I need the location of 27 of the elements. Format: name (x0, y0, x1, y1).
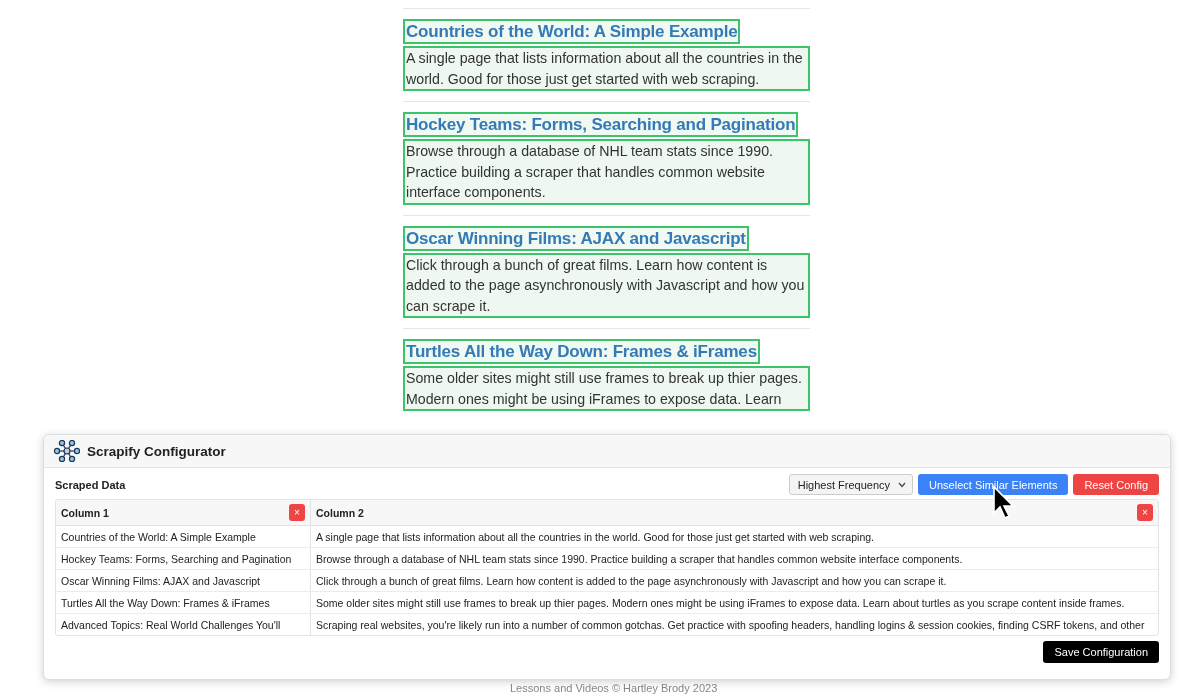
table-cell: Countries of the World: A Simple Example (56, 525, 311, 548)
caret-icon (898, 481, 907, 488)
column-header: Column 1 (61, 506, 109, 519)
table-cell: Browse through a database of NHL team stats since 1990. Practice building a scraper that handles common website interface components. (310, 547, 1158, 570)
table-cell: A single page that lists information about all the countries in the world. Good for those just get started with web scraping. (310, 525, 1158, 548)
panel-title: Scrapify Configurator (87, 443, 226, 459)
column-header: Column 2 (316, 506, 364, 519)
save-button[interactable]: Save Configuration (1043, 641, 1159, 663)
sort-select[interactable]: Highest Frequency (788, 474, 914, 495)
reset-button[interactable]: Reset Config (1073, 474, 1159, 495)
description-text: Click through a bunch of great films. Learn how content is added to the page asynchronously with Javascript and how you can scrape it. (403, 252, 810, 318)
table-cell: Advanced Topics: Real World Challenges You'll (56, 613, 311, 635)
description-text: Some older sites might still use frames to break up thier pages. Modern ones might be using iFrames to expose data. Learn (403, 366, 810, 411)
footer-text: Lessons and Videos © Hartley Brody 2023 (510, 682, 718, 694)
remove-column-button[interactable]: × (289, 504, 305, 521)
table-cell: Scraping real websites, you're likely run into a number of common gotchas. Get practice with spoofing headers, handling logins & session cookies, finding CSRF tokens, and other (310, 613, 1158, 635)
section-label: Scraped Data (55, 478, 126, 491)
table-cell: Hockey Teams: Forms, Searching and Pagination (56, 547, 311, 570)
logo-icon (54, 440, 80, 462)
table-cell: Some older sites might still use frames to break up thier pages. Modern ones might be using iFrames to expose data. Learn about turtles as you scrape content inside frames. (310, 591, 1158, 614)
description-text: A single page that lists information about all the countries in the world. Good for those just get started with web scraping. (403, 46, 810, 91)
description-text: Browse through a database of NHL team stats since 1990. Practice building a scraper that handles common website interface components. (403, 139, 810, 205)
remove-column-button[interactable]: × (1137, 504, 1153, 521)
table-cell: Turtles All the Way Down: Frames & iFrames (56, 591, 311, 614)
table-cell: Oscar Winning Films: AJAX and Javascript (56, 569, 311, 592)
unselect-button[interactable]: Unselect Similar Elements (918, 474, 1069, 495)
table-cell: Click through a bunch of great films. Learn how content is added to the page asynchronously with Javascript and how you can scrape it. (310, 569, 1158, 592)
